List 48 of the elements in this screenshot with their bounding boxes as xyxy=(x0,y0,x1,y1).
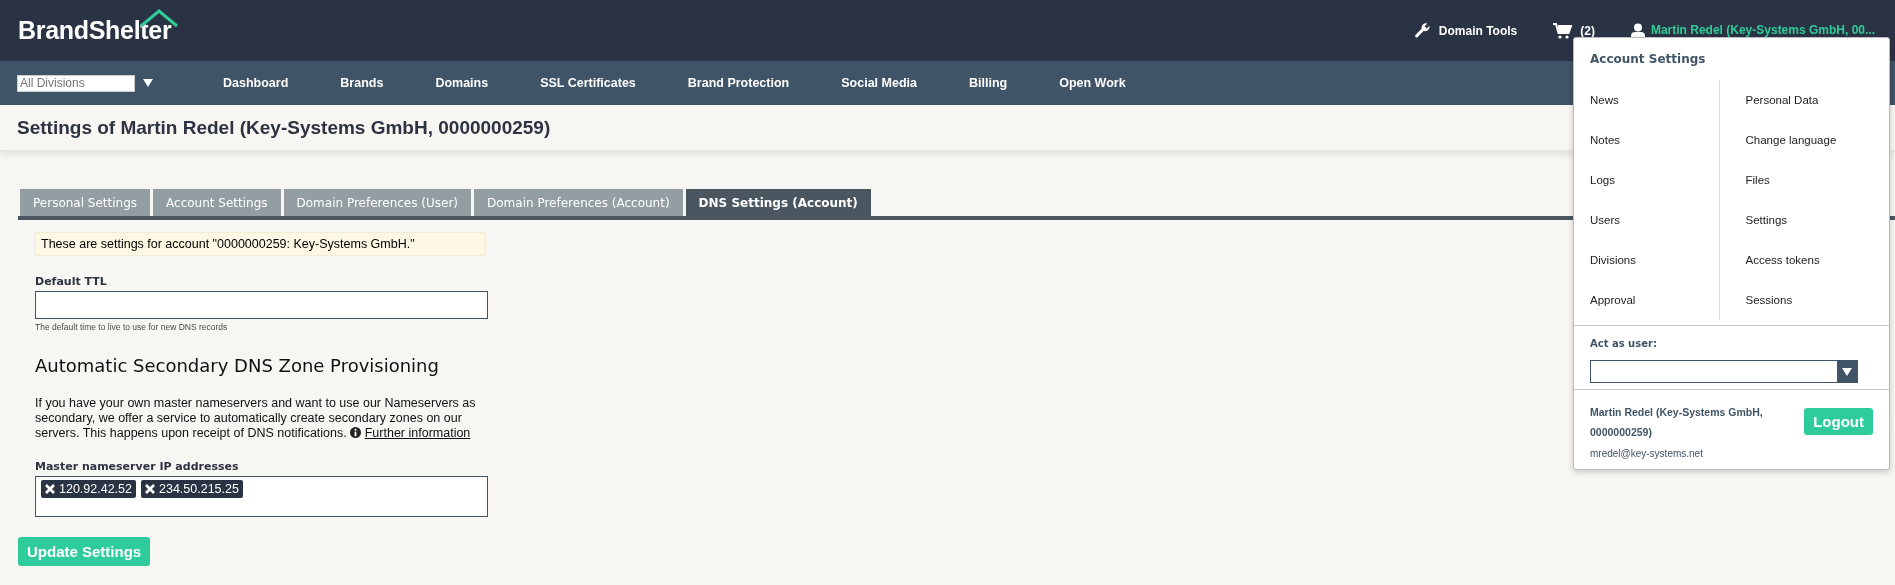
remove-icon[interactable] xyxy=(145,484,155,494)
ip-tags-field[interactable]: 120.92.42.52 234.50.215.25 xyxy=(35,476,488,517)
menu-item[interactable]: Access tokens xyxy=(1745,240,1889,280)
menu-item[interactable]: Users xyxy=(1590,200,1719,240)
dropdown-caret-icon xyxy=(1842,366,1852,377)
cart-icon xyxy=(1553,22,1573,39)
nav-link[interactable]: SSL Certificates xyxy=(514,76,662,90)
nav-link[interactable]: Domains xyxy=(409,76,515,90)
ttl-input-field[interactable] xyxy=(35,291,488,319)
wrench-icon xyxy=(1413,22,1431,39)
menu-item[interactable]: Logs xyxy=(1590,160,1719,200)
nav-link[interactable]: Dashboard xyxy=(197,76,315,90)
nav-link[interactable]: Brands xyxy=(314,76,410,90)
user-select[interactable] xyxy=(1590,360,1858,383)
page-title: Settings of Martin Redel (Key-Systems GmbH, 0000000259) xyxy=(17,116,551,139)
brand-logo[interactable]: BrandShelter xyxy=(18,8,180,45)
act-as-label: Act as user: xyxy=(1590,338,1658,349)
ip-tag: 120.92.42.52 xyxy=(41,480,136,498)
dropdown-caret-icon xyxy=(143,78,153,88)
menu-item[interactable]: Approval xyxy=(1590,280,1719,320)
further-information-link[interactable]: Further information xyxy=(364,426,471,440)
nav-link[interactable]: Billing xyxy=(942,76,1034,90)
division-field[interactable]: All Divisions xyxy=(17,74,135,92)
nav-link[interactable]: Open Work xyxy=(1033,76,1152,90)
account-user-name: Martin Redel (Key-Systems GmbH, 0000000259) xyxy=(1590,405,1764,440)
settings-tab[interactable]: DNS Settings (Account) xyxy=(685,189,871,216)
section-heading: Automatic Secondary DNS Zone Provisioning xyxy=(35,355,440,376)
field-label: Default TTL xyxy=(35,275,108,288)
menu-item[interactable]: News xyxy=(1590,80,1719,120)
menu-item[interactable]: Notes xyxy=(1590,120,1719,160)
menu-item[interactable]: Files xyxy=(1745,160,1889,200)
menu-title: Account Settings xyxy=(1589,51,1707,66)
description-text: If you have your own master nameservers and want to use our Nameservers as secondary, we offer a service to automatically create secondary zones on our servers. This happens upon receipt of DNS notifications. Further information xyxy=(35,396,477,441)
menu-item[interactable]: Change language xyxy=(1745,120,1889,160)
info-icon xyxy=(350,427,362,438)
ip-tag: 234.50.215.25 xyxy=(141,480,243,498)
menu-item[interactable]: Sessions xyxy=(1745,280,1889,320)
field-hint: The default time to live to use for new DNS records xyxy=(35,322,229,332)
menu-item[interactable]: Settings xyxy=(1745,200,1889,240)
domain-tools-link[interactable]: Domain Tools xyxy=(1413,22,1518,39)
menu-item[interactable]: Personal Data xyxy=(1745,80,1889,120)
user-email: mredel@key-systems.net xyxy=(1590,448,1704,461)
menu-item[interactable]: Divisions xyxy=(1590,240,1719,280)
remove-icon[interactable] xyxy=(45,484,55,494)
field-label: Master nameserver IP addresses xyxy=(35,460,240,473)
account-notice: These are settings for account "0000000259: Key-Systems GmbH." xyxy=(35,232,485,256)
nav-link[interactable]: Brand Protection xyxy=(661,76,816,90)
nav-link[interactable]: Social Media xyxy=(815,76,943,90)
